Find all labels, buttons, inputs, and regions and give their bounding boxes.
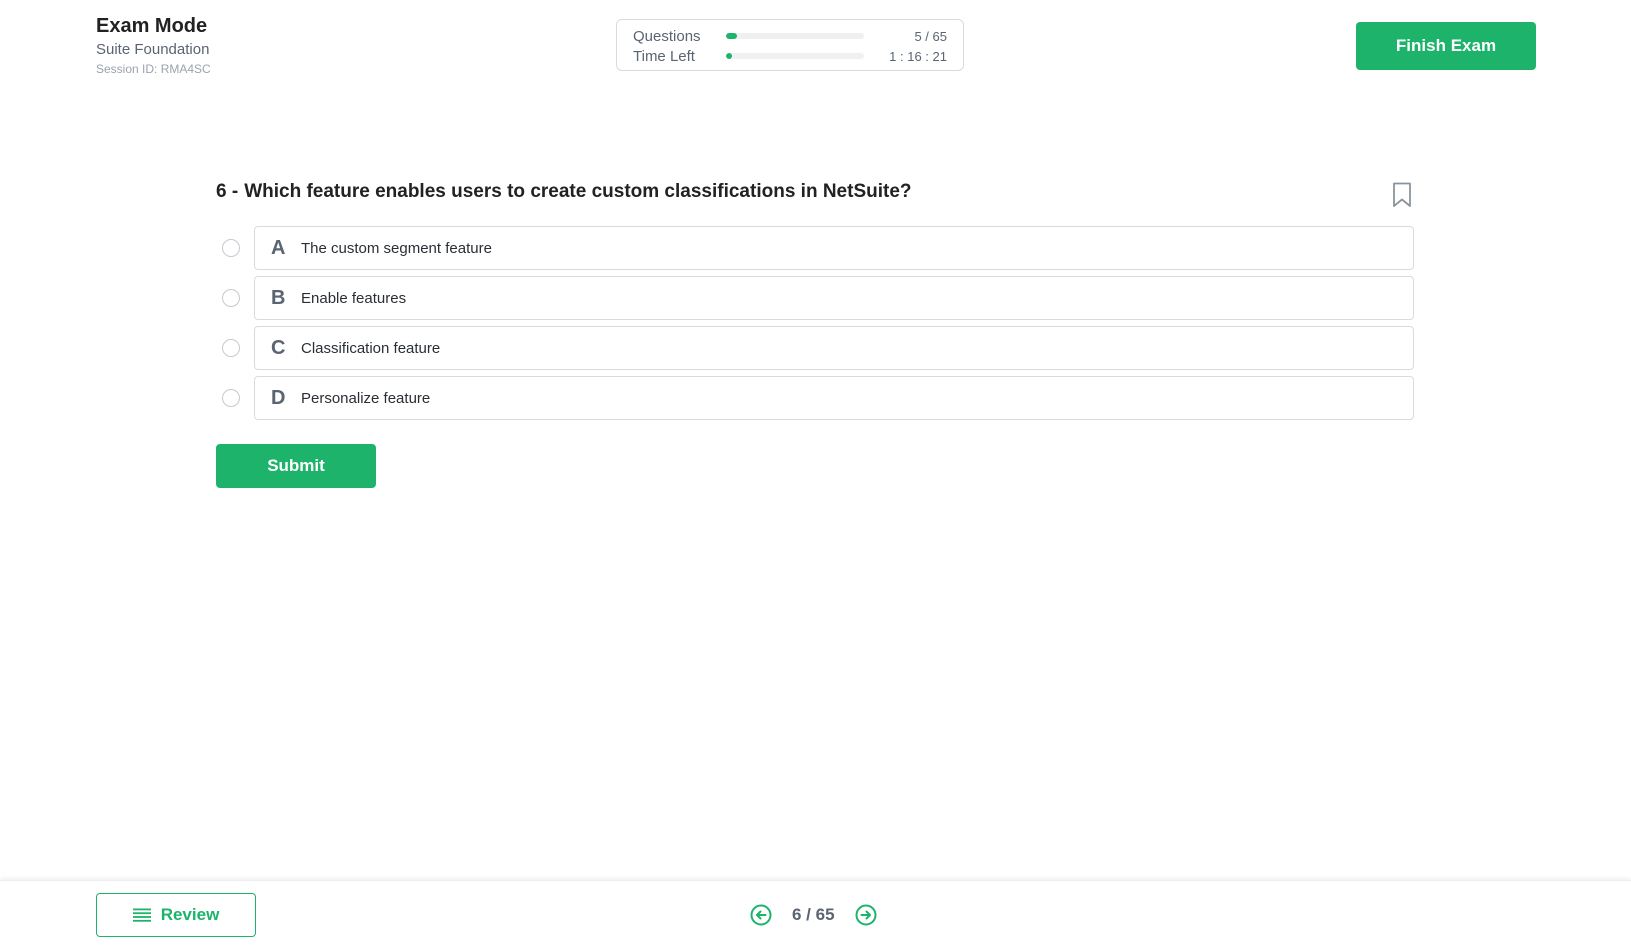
review-button[interactable]: Review: [96, 893, 256, 937]
progress-panel: Questions 5 / 65 Time Left 1 : 16 : 21: [616, 19, 964, 71]
exam-page: Exam Mode Suite Foundation Session ID: R…: [0, 0, 1631, 947]
arrow-left-circle-icon[interactable]: [750, 904, 772, 926]
time-progress-bar: [726, 53, 864, 59]
time-progress-fill: [726, 53, 732, 59]
review-label: Review: [160, 905, 220, 924]
finish-exam-button[interactable]: Finish Exam: [1356, 22, 1536, 70]
option-row-b: B Enable features: [216, 276, 1414, 320]
questions-progress-bar: [726, 33, 864, 39]
answer-options: A The custom segment feature B Enable fe…: [216, 226, 1414, 426]
option-radio-c[interactable]: [222, 339, 240, 357]
mode-title: Exam Mode: [96, 15, 208, 37]
option-b[interactable]: B Enable features: [254, 276, 1414, 320]
option-text: Enable features: [301, 289, 407, 307]
footer-bar: Review 6 / 65: [0, 880, 1631, 947]
arrow-right-circle-icon[interactable]: [855, 904, 877, 926]
option-radio-a[interactable]: [222, 239, 240, 257]
question-text: Which feature enables users to create cu…: [244, 181, 912, 202]
question-number: 6 -: [216, 181, 239, 202]
option-radio-b[interactable]: [222, 289, 240, 307]
question-heading: 6 - Which feature enables users to creat…: [216, 181, 1416, 203]
questions-progress-row: Questions 5 / 65: [633, 26, 947, 46]
submit-button[interactable]: Submit: [216, 444, 376, 488]
option-row-c: C Classification feature: [216, 326, 1414, 370]
time-label: Time Left: [633, 47, 695, 65]
exam-info: Exam Mode Suite Foundation Session ID: R…: [96, 14, 211, 77]
option-letter: D: [271, 386, 286, 409]
option-letter: B: [271, 286, 286, 309]
time-value: 1 : 16 : 21: [889, 48, 947, 64]
option-c[interactable]: C Classification feature: [254, 326, 1414, 370]
option-letter: A: [271, 236, 286, 259]
question-pager: 6 / 65: [750, 904, 877, 926]
pager-text: 6 / 65: [792, 905, 835, 924]
time-progress-row: Time Left 1 : 16 : 21: [633, 46, 947, 66]
option-radio-d[interactable]: [222, 389, 240, 407]
questions-progress-fill: [726, 33, 737, 39]
option-row-d: D Personalize feature: [216, 376, 1414, 420]
questions-value: 5 / 65: [914, 28, 947, 44]
option-text: Classification feature: [301, 339, 441, 357]
option-text: The custom segment feature: [301, 239, 492, 257]
session-id: Session ID: RMA4SC: [96, 62, 211, 76]
option-d[interactable]: D Personalize feature: [254, 376, 1414, 420]
bookmark-icon[interactable]: [1392, 182, 1412, 208]
questions-label: Questions: [633, 27, 701, 45]
option-letter: C: [271, 336, 286, 359]
option-text: Personalize feature: [301, 389, 431, 407]
exam-name: Suite Foundation: [96, 41, 210, 58]
list-icon: [132, 908, 151, 922]
option-row-a: A The custom segment feature: [216, 226, 1414, 270]
option-a[interactable]: A The custom segment feature: [254, 226, 1414, 270]
